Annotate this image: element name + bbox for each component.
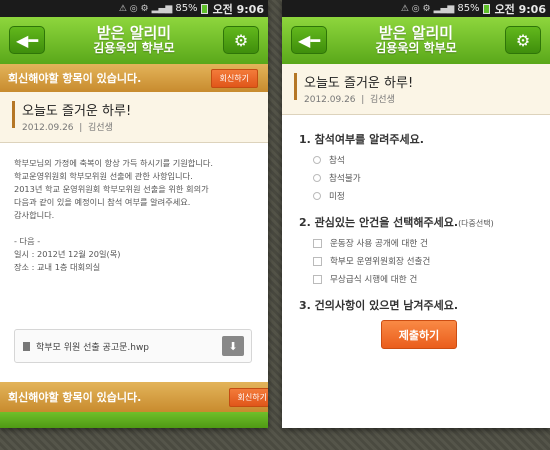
settings-button[interactable]: ⚙ [223, 26, 259, 54]
back-arrow-icon: ◀━ [16, 30, 38, 50]
body-line: 감사합니다. [14, 210, 55, 220]
question-suggestions: 3. 건의사항이 있으면 남겨주세요. [299, 299, 459, 312]
battery-icon [482, 3, 490, 14]
message-title: 오늘도 즐거운 하루! [304, 76, 414, 91]
page-title: 받은 알리미 [378, 24, 454, 43]
checkbox-option[interactable]: 운동장 사용 공개에 대한 건 [299, 234, 550, 252]
body-line: 학부모님의 가정에 축복이 항상 가득 하시기를 기원합니다. [14, 158, 213, 168]
radio-button[interactable] [313, 174, 321, 182]
back-button[interactable]: ◀━ [9, 26, 45, 54]
accent-bar [12, 101, 15, 128]
page-subtitle: 김용욱의 학부모 [93, 41, 175, 56]
gear-icon: ⚙ [515, 30, 531, 50]
question-agenda: 2. 관심있는 안건을 선택해주세요.(다중선택) [299, 214, 550, 230]
body-line: 2013년 학교 운영위원회 학부모위원 선출을 위한 회의가 [14, 184, 209, 194]
attachment-name: 학부모 위원 선출 공고문.hwp [36, 342, 150, 353]
reply-notice-text: 회신해야할 항목이 있습니다. [8, 72, 142, 85]
option-label: 참석 [329, 156, 345, 166]
message-meta: 2012.09.26 | 김선생 [22, 123, 113, 133]
checkbox-option[interactable]: 학부모 운영위원회장 선출건 [299, 252, 550, 270]
details-line: 장소 : 교내 1층 대회의실 [14, 262, 101, 272]
gear-icon: ⚙ [233, 30, 249, 50]
notification-icons: ⚠ ◎ ⚙ [400, 3, 431, 14]
submit-button[interactable]: 제출하기 [381, 320, 457, 349]
checkbox[interactable] [313, 256, 322, 266]
option-label: 미정 [329, 192, 345, 202]
message-header: 오늘도 즐거운 하루! 2012.09.26 | 김선생 [0, 92, 268, 143]
signal-icon: ▂▄▆ [151, 3, 173, 14]
radio-option-absent[interactable]: 참석불가 [299, 169, 550, 187]
option-label: 무상급식 시행에 대한 건 [330, 275, 418, 285]
checkbox[interactable] [313, 274, 322, 284]
details-heading: - 다음 - [14, 236, 41, 246]
radio-button[interactable] [313, 192, 321, 200]
radio-option-attend[interactable]: 참석 [299, 151, 550, 169]
radio-button[interactable] [313, 156, 321, 164]
message-date: 2012.09.26 [22, 123, 74, 133]
status-bar: ⚠ ◎ ⚙ ▂▄▆ 85% 오전 9:06 [282, 0, 550, 17]
back-button[interactable]: ◀━ [291, 26, 327, 54]
battery-percent: 85% [175, 3, 198, 14]
status-time: 오전 9:06 [494, 2, 546, 16]
reply-button[interactable]: 회신하기 [210, 68, 258, 88]
option-label: 학부모 운영위원회장 선출건 [330, 257, 431, 267]
battery-icon [200, 3, 208, 14]
signal-icon: ▂▄▆ [433, 3, 455, 14]
bottom-green-bar [0, 412, 268, 428]
multi-select-note: (다중선택) [458, 219, 494, 228]
phone-screen-message: ⚠ ◎ ⚙ ▂▄▆ 85% 오전 9:06 ◀━ 받은 알리미 김용욱의 학부모… [0, 0, 268, 428]
message-body: 학부모님의 가정에 축복이 항상 가득 하시기를 기원합니다. 학교운영위원회 … [0, 143, 268, 274]
status-bar: ⚠ ◎ ⚙ ▂▄▆ 85% 오전 9:06 [0, 0, 268, 17]
body-line: 다음과 같이 있을 예정이니 참석 여부를 알려주세요. [14, 197, 191, 207]
page-subtitle: 김용욱의 학부모 [375, 41, 457, 56]
app-header: ◀━ 받은 알리미 김용욱의 학부모 ⚙ [0, 17, 268, 64]
message-author: 김선생 [88, 123, 113, 133]
details-line: 일시 : 2012년 12월 20일(목) [14, 249, 121, 259]
reply-button[interactable]: 회신하기 [228, 387, 268, 407]
notification-icons: ⚠ ◎ ⚙ [118, 3, 149, 14]
message-title: 오늘도 즐거운 하루! [22, 104, 132, 119]
back-arrow-icon: ◀━ [298, 30, 320, 50]
checkbox-option[interactable]: 무상급식 시행에 대한 건 [299, 270, 550, 288]
app-header: ◀━ 받은 알리미 김용욱의 학부모 ⚙ [282, 17, 550, 64]
message-author: 김선생 [370, 95, 395, 105]
question-agenda-text: 2. 관심있는 안건을 선택해주세요. [299, 216, 459, 229]
accent-bar [294, 73, 297, 100]
checkbox[interactable] [313, 238, 322, 248]
download-button[interactable]: ⬇ [222, 336, 244, 356]
status-time: 오전 9:06 [212, 2, 264, 16]
question-attendance: 1. 참석여부를 알려주세요. [299, 133, 424, 146]
file-icon [23, 341, 30, 351]
message-date: 2012.09.26 [304, 95, 356, 105]
reply-form: 1. 참석여부를 알려주세요. 참석 참석불가 미정 2. 관심있는 안건을 선… [282, 115, 550, 313]
message-meta: 2012.09.26 | 김선생 [304, 95, 395, 105]
settings-button[interactable]: ⚙ [505, 26, 541, 54]
battery-percent: 85% [457, 3, 480, 14]
attachment-row[interactable]: 학부모 위원 선출 공고문.hwp ⬇ [14, 329, 252, 363]
radio-option-undecided[interactable]: 미정 [299, 187, 550, 205]
reply-notice-bar-bottom: 회신해야할 항목이 있습니다. 회신하기 [0, 382, 268, 412]
reply-notice-text: 회신해야할 항목이 있습니다. [8, 391, 142, 404]
page-title: 받은 알리미 [96, 24, 172, 43]
phone-screen-form: ⚠ ◎ ⚙ ▂▄▆ 85% 오전 9:06 ◀━ 받은 알리미 김용욱의 학부모… [282, 0, 550, 428]
reply-notice-bar: 회신해야할 항목이 있습니다. 회신하기 [0, 64, 268, 92]
option-label: 참석불가 [329, 174, 361, 184]
download-icon: ⬇ [228, 339, 238, 353]
option-label: 운동장 사용 공개에 대한 건 [330, 239, 428, 249]
message-header: 오늘도 즐거운 하루! 2012.09.26 | 김선생 [282, 64, 550, 115]
body-line: 학교운영위원회 학부모위원 선출에 관한 사항입니다. [14, 171, 193, 181]
